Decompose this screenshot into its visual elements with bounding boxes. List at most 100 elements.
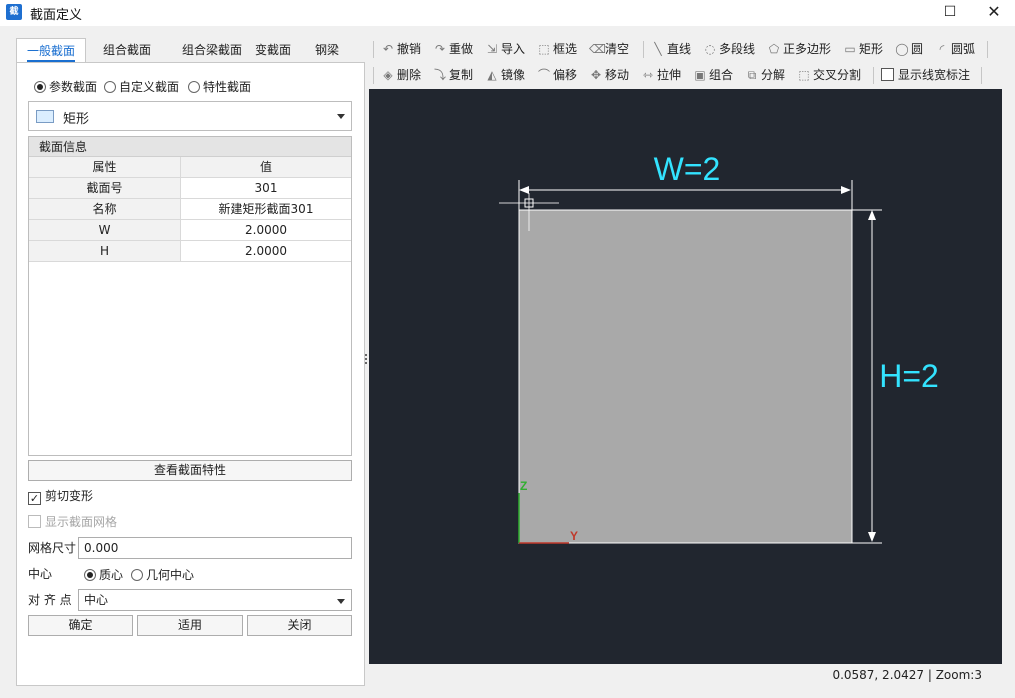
mesh-size-label: 网格尺寸: [28, 541, 77, 555]
circle-tool-button[interactable]: ◯ 圆: [895, 39, 923, 60]
table-row: H 2.0000: [29, 241, 351, 262]
toolbar-label: 圆弧: [951, 42, 976, 56]
rectangle-section[interactable]: [518, 209, 853, 544]
close-button[interactable]: 关闭: [247, 615, 352, 636]
section-info-title: 截面信息: [29, 137, 351, 157]
toolbar-label: 直线: [667, 42, 692, 56]
toolbar-label: 分解: [761, 68, 786, 82]
toolbar-label: 复制: [449, 68, 474, 82]
width-dimension-label: W=2: [654, 151, 721, 187]
toolbar-label: 圆: [911, 42, 924, 56]
tab-variable-section[interactable]: 变截面: [248, 38, 298, 62]
mirror-icon: ◭: [487, 68, 497, 82]
polyline-tool-button[interactable]: ◌ 多段线: [703, 39, 755, 60]
toolbar-label: 镜像: [501, 68, 526, 82]
line-icon: ╲: [654, 42, 662, 56]
table-row: 名称 新建矩形截面301: [29, 199, 351, 220]
property-value[interactable]: 新建矩形截面301: [181, 199, 351, 219]
maximize-button[interactable]: ☐: [928, 0, 972, 26]
property-name: 截面号: [29, 178, 181, 198]
toolbar-label: 拉伸: [657, 68, 682, 82]
property-value[interactable]: 2.0000: [181, 220, 351, 240]
copy-button[interactable]: ⤵ 复制: [433, 65, 473, 86]
tab-general-section[interactable]: 一般截面: [16, 38, 86, 63]
radio-property-section[interactable]: 特性截面: [188, 78, 251, 96]
toolbar-label: 多段线: [719, 42, 756, 56]
stretch-button[interactable]: ⇿ 拉伸: [641, 65, 681, 86]
property-value[interactable]: 301: [181, 178, 351, 198]
radio-geometric-center[interactable]: 几何中心: [131, 566, 194, 584]
line-tool-button[interactable]: ╲ 直线: [651, 39, 691, 60]
shear-deform-checkbox[interactable]: ✓ 剪切变形: [28, 487, 93, 505]
panel-splitter-handle[interactable]: [365, 354, 368, 368]
checkbox-label: 剪切变形: [45, 489, 94, 503]
toolbar-row-edit-draw: ↶ 撤销 ↷ 重做 ⇲ 导入 ⬚ 框选 ⌫清空 ╲ 直线 ◌ 多段线 ⬠ 正多边形 ▭ 矩形 ◯…: [369, 37, 1002, 62]
toolbar-separator: [373, 41, 374, 58]
group-button[interactable]: ▣ 组合: [693, 65, 733, 86]
explode-button[interactable]: ⧉ 分解: [745, 65, 785, 86]
cross-split-button[interactable]: ⬚ 交叉分割: [797, 65, 861, 86]
undo-button[interactable]: ↶ 撤销: [381, 39, 421, 60]
toolbar-label: 正多边形: [783, 42, 832, 56]
chevron-down-icon: [337, 599, 345, 604]
tab-steel-beam[interactable]: 钢梁: [308, 38, 346, 62]
copy-icon: ⤵: [433, 68, 446, 82]
clear-icon: ⌫: [589, 42, 606, 56]
view-section-properties-button[interactable]: 查看截面特性: [28, 460, 352, 481]
offset-button[interactable]: ⌒ 偏移: [537, 65, 577, 86]
redo-button[interactable]: ↷ 重做: [433, 39, 473, 60]
show-line-width-checkbox[interactable]: 显示线宽标注: [881, 65, 970, 86]
toolbar-label: 偏移: [553, 68, 578, 82]
rectangle-tool-button[interactable]: ▭ 矩形: [843, 39, 883, 60]
radio-custom-section[interactable]: 自定义截面: [104, 78, 179, 96]
property-name: H: [29, 241, 181, 261]
radio-dot: [104, 81, 116, 93]
mesh-size-input[interactable]: 0.000: [78, 537, 352, 559]
radio-centroid[interactable]: 质心: [84, 566, 123, 584]
circle-icon: ◯: [895, 42, 909, 56]
move-button[interactable]: ✥ 移动: [589, 65, 629, 86]
radio-param-section[interactable]: 参数截面: [34, 78, 97, 96]
toolbar-separator: [373, 67, 374, 84]
property-value[interactable]: 2.0000: [181, 241, 351, 261]
property-name: W: [29, 220, 181, 240]
radio-label: 几何中心: [146, 568, 195, 582]
show-mesh-checkbox[interactable]: 显示截面网格: [28, 513, 117, 531]
polygon-tool-button[interactable]: ⬠ 正多边形: [767, 39, 831, 60]
arc-icon: ◜: [939, 42, 945, 56]
title-bar: 截 截面定义 ☐ ✕: [0, 0, 1015, 26]
delete-icon: ◈: [383, 68, 393, 82]
close-window-button[interactable]: ✕: [972, 0, 1015, 26]
offset-icon: ⌒: [537, 68, 550, 82]
toolbar-label: 矩形: [859, 42, 884, 56]
clear-button[interactable]: ⌫清空: [589, 39, 629, 60]
shape-select[interactable]: 矩形: [28, 101, 352, 131]
height-arrow-top: [868, 210, 876, 220]
toolbar-label: 重做: [449, 42, 474, 56]
arc-tool-button[interactable]: ◜ 圆弧: [935, 39, 975, 60]
box-select-button[interactable]: ⬚ 框选: [537, 39, 577, 60]
toolbar-label: 组合: [709, 68, 734, 82]
polygon-icon: ⬠: [768, 42, 780, 56]
align-point-value: 中心: [84, 593, 109, 607]
import-button[interactable]: ⇲ 导入: [485, 39, 525, 60]
y-axis-label: Y: [570, 529, 578, 543]
toolbar-separator: [981, 67, 982, 84]
status-bar: 0.0587, 2.0427 | Zoom:3: [369, 664, 1002, 688]
drawing-toolbar: ↶ 撤销 ↷ 重做 ⇲ 导入 ⬚ 框选 ⌫清空 ╲ 直线 ◌ 多段线 ⬠ 正多边形 ▭ 矩形 ◯…: [369, 37, 1002, 89]
tab-composite-beam-section[interactable]: 组合梁截面: [166, 38, 258, 62]
delete-button[interactable]: ◈ 删除: [381, 65, 421, 86]
section-info-grid: 截面信息 属性 值 截面号 301 名称 新建矩形截面301 W 2.0000 …: [28, 136, 352, 456]
cross-split-icon: ⬚: [798, 68, 810, 82]
align-point-select[interactable]: 中心: [78, 589, 352, 611]
apply-button[interactable]: 适用: [137, 615, 243, 636]
section-drawing-canvas[interactable]: W=2 H=2 Z Y: [369, 89, 1002, 664]
ok-button[interactable]: 确定: [28, 615, 133, 636]
mirror-button[interactable]: ◭ 镜像: [485, 65, 525, 86]
center-label: 中心: [28, 567, 53, 581]
polyline-icon: ◌: [704, 42, 716, 56]
group-icon: ▣: [694, 68, 706, 82]
radio-label: 自定义截面: [119, 80, 180, 94]
box-select-icon: ⬚: [538, 42, 550, 56]
tab-composite-section[interactable]: 组合截面: [92, 38, 162, 62]
